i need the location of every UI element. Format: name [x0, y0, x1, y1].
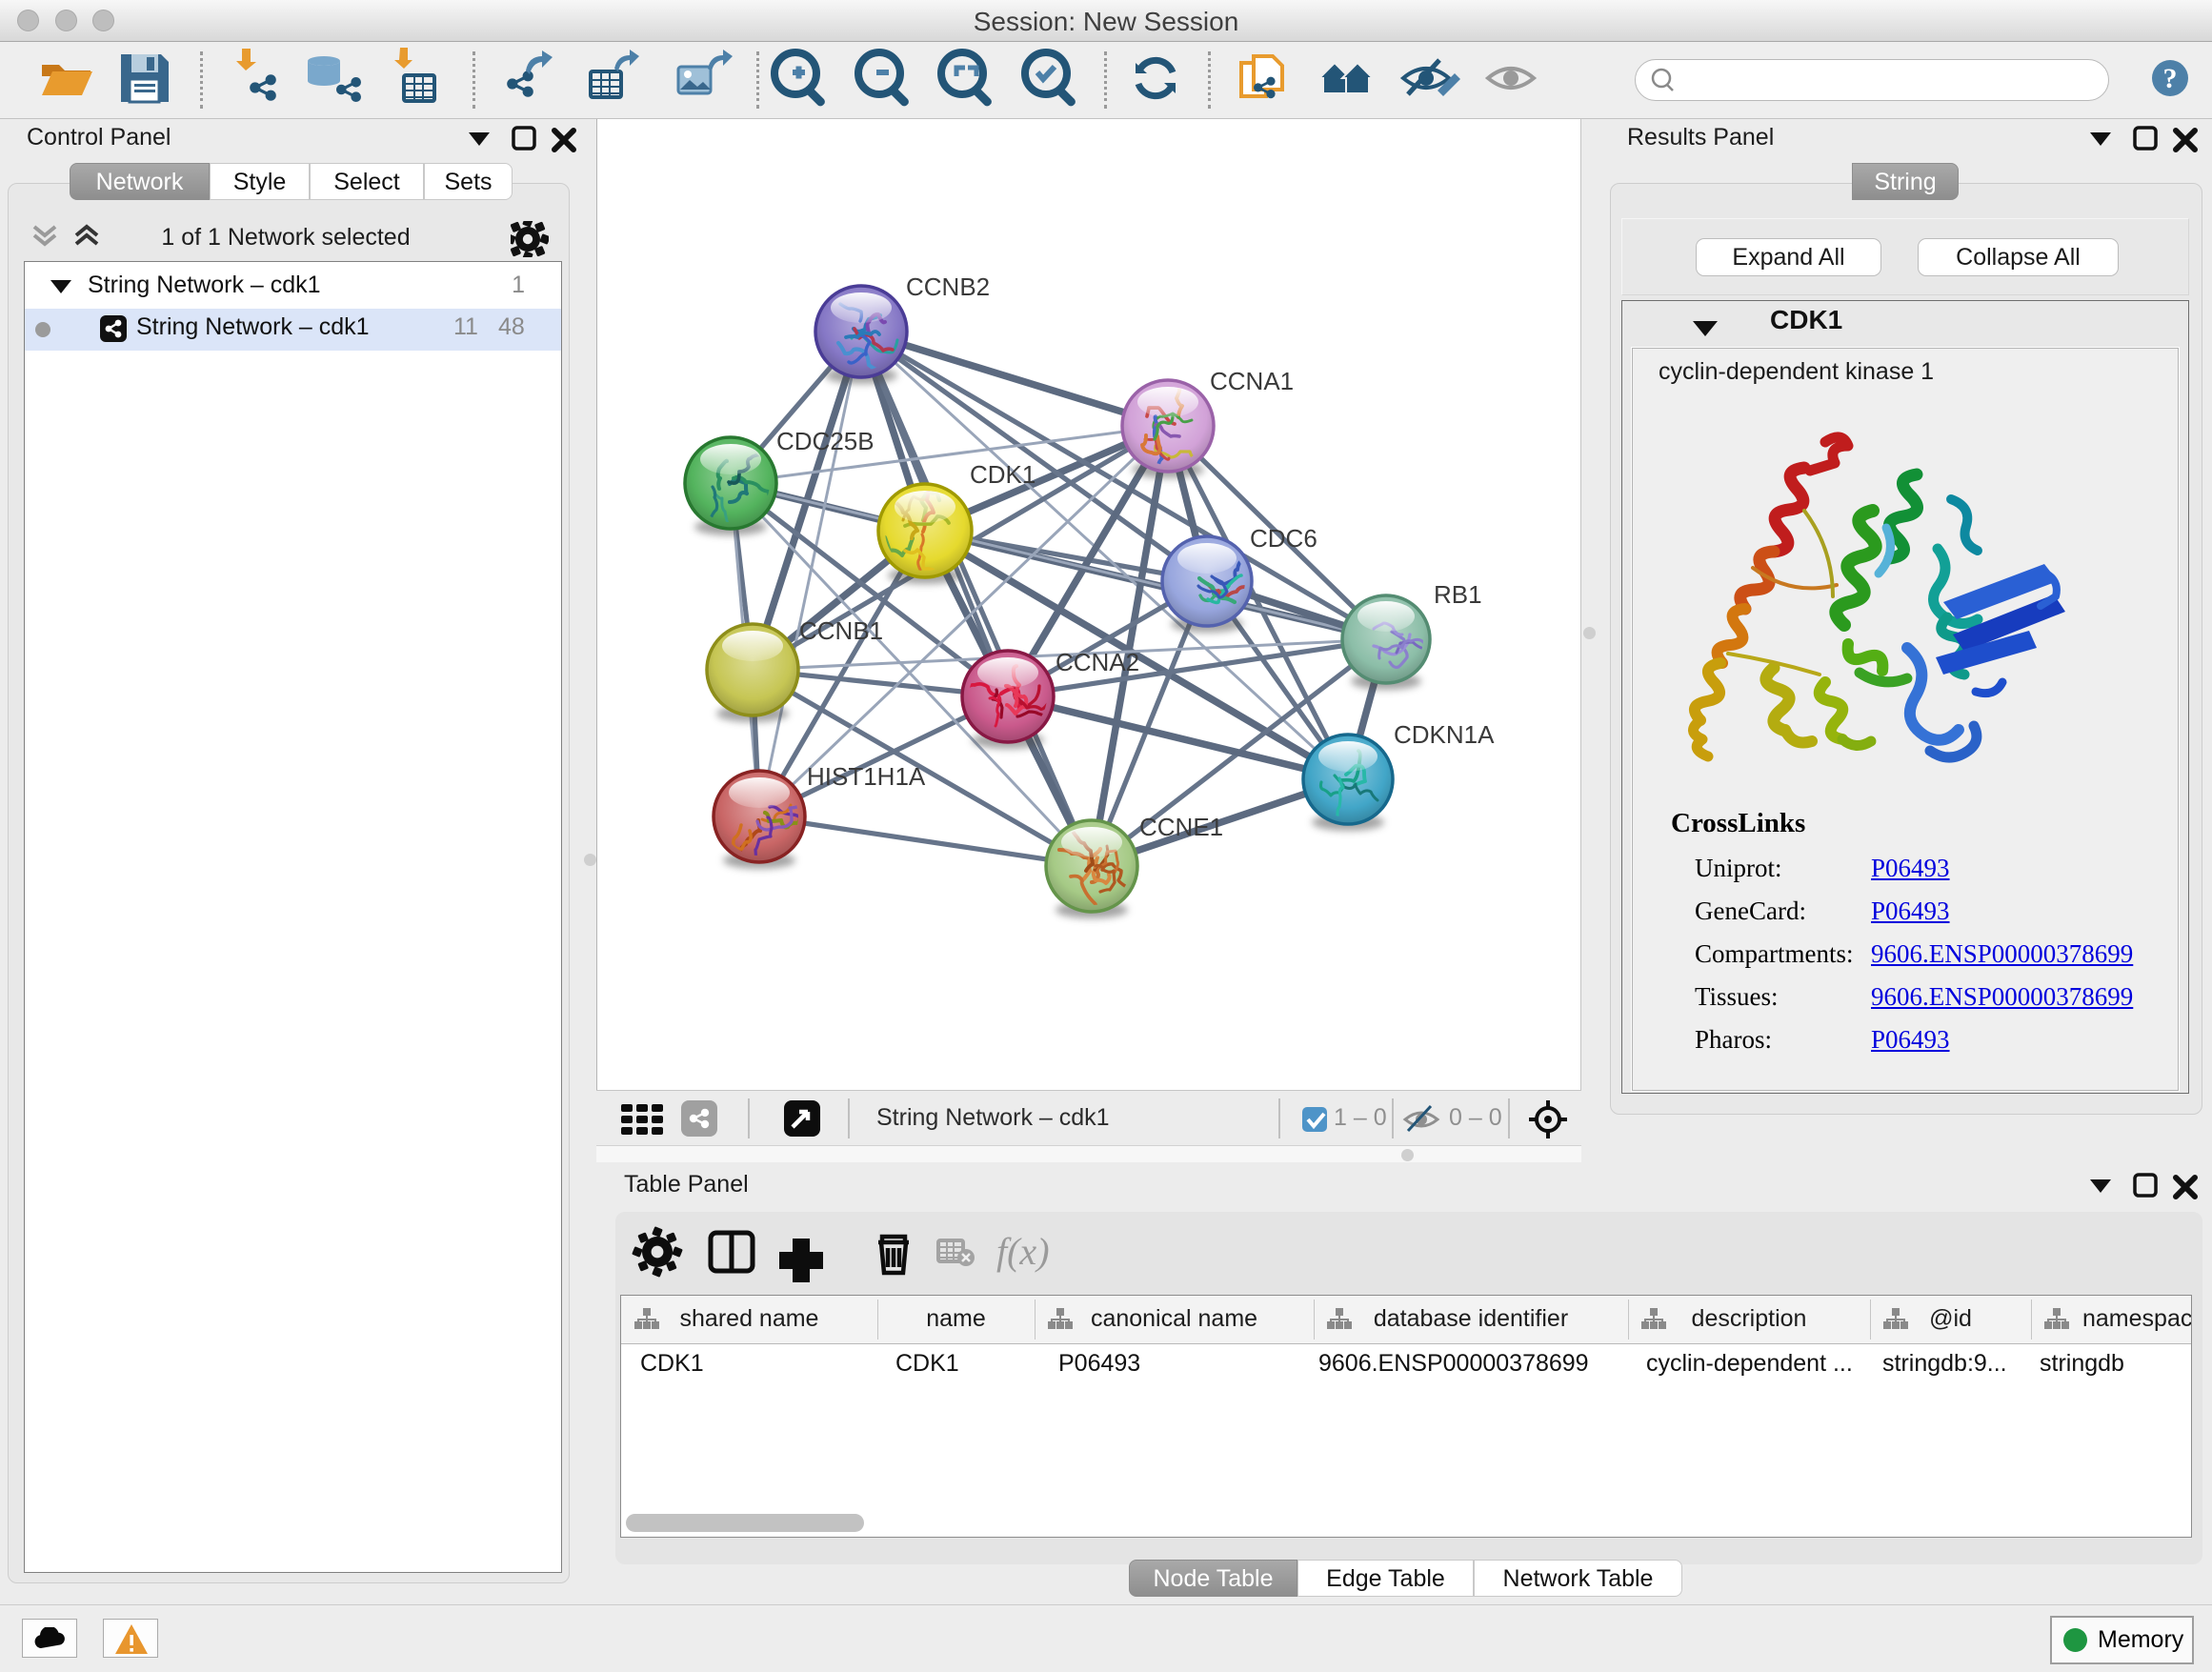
svg-text:f(x): f(x) [996, 1230, 1050, 1273]
svg-text:?: ? [2163, 63, 2178, 94]
svg-text:CDKN1A: CDKN1A [1394, 720, 1495, 749]
svg-text:CDC6: CDC6 [1250, 524, 1317, 553]
svg-text:CCNA2: CCNA2 [1056, 648, 1139, 676]
svg-text:CCNE1: CCNE1 [1139, 813, 1223, 841]
svg-text:HIST1H1A: HIST1H1A [807, 762, 926, 791]
svg-text:CCNA1: CCNA1 [1210, 367, 1294, 395]
svg-text:CDK1: CDK1 [970, 460, 1036, 489]
svg-text:RB1: RB1 [1434, 580, 1482, 609]
svg-text:CDC25B: CDC25B [776, 427, 875, 455]
svg-text:CCNB1: CCNB1 [799, 616, 883, 645]
svg-text:CCNB2: CCNB2 [906, 272, 990, 301]
